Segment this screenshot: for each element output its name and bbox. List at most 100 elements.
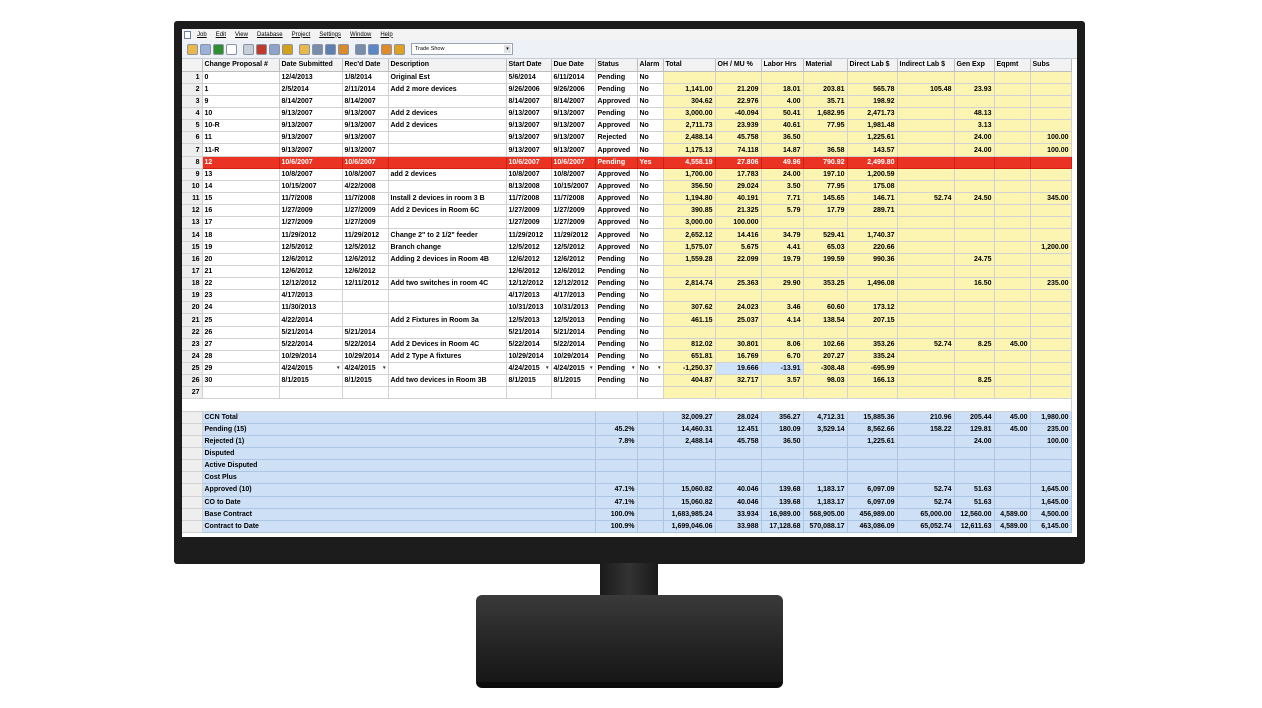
- grid-cell[interactable]: [954, 301, 995, 315]
- grid-cell[interactable]: No: [637, 338, 664, 351]
- grid-cell[interactable]: 9/13/2007: [342, 107, 389, 121]
- grid-cell[interactable]: [1030, 326, 1072, 339]
- grid-cell[interactable]: 8/14/2007: [342, 95, 389, 109]
- grid-cell[interactable]: 40.191: [715, 192, 762, 206]
- grid-cell[interactable]: Add 2 Fixtures in Room 3a: [388, 313, 507, 327]
- grid-cell[interactable]: 8/1/2015: [342, 374, 389, 388]
- grid-cell[interactable]: 12: [202, 156, 280, 169]
- money-icon[interactable]: [213, 43, 224, 55]
- grid-cell[interactable]: [994, 228, 1031, 242]
- table-row[interactable]: 18 22 12/12/2012 12/11/2012 Add two switches…: [182, 277, 1072, 291]
- card-icon[interactable]: [269, 43, 280, 55]
- grid-cell[interactable]: [897, 228, 955, 242]
- grid-cell[interactable]: 27.806: [715, 156, 762, 169]
- grid-cell[interactable]: Approved: [595, 241, 638, 254]
- grid-cell[interactable]: [388, 265, 507, 279]
- grid-cell[interactable]: [1030, 265, 1072, 279]
- grid-cell[interactable]: [994, 265, 1031, 279]
- grid-cell[interactable]: 12/6/2012: [279, 253, 343, 266]
- grid-cell[interactable]: 198.92: [847, 95, 898, 109]
- column-header[interactable]: Status: [595, 59, 638, 72]
- grid-cell[interactable]: No: [637, 180, 664, 194]
- grid-cell[interactable]: 5/22/2014: [279, 338, 343, 351]
- grid-cell[interactable]: [954, 71, 995, 84]
- grid-cell[interactable]: [897, 301, 955, 315]
- grid-cell[interactable]: [897, 386, 955, 400]
- grid-cell[interactable]: [954, 180, 995, 194]
- grid-cell[interactable]: 25.363: [715, 277, 762, 291]
- grid-cell[interactable]: 12/5/2012: [506, 241, 552, 254]
- grid-cell[interactable]: 10/6/2007: [506, 156, 552, 169]
- grid-cell[interactable]: [663, 71, 716, 84]
- grid-cell[interactable]: [954, 289, 995, 303]
- grid-cell[interactable]: [994, 216, 1031, 230]
- grid-cell[interactable]: [994, 313, 1031, 327]
- grid-cell[interactable]: 65.03: [803, 241, 848, 254]
- grid-cell[interactable]: 1,981.48: [847, 119, 898, 133]
- grid-cell[interactable]: 24.50: [954, 192, 995, 206]
- grid-cell[interactable]: [897, 156, 955, 169]
- grid-cell[interactable]: 30: [202, 374, 280, 388]
- grid-cell[interactable]: 356.50: [663, 180, 716, 194]
- grid-cell[interactable]: 12/6/2012: [551, 253, 596, 266]
- grid-cell[interactable]: Pending: [595, 83, 638, 96]
- open-icon[interactable]: [187, 43, 198, 55]
- grid-cell[interactable]: Pending: [595, 338, 638, 351]
- grid-cell[interactable]: Pending: [595, 265, 638, 279]
- grid-cell[interactable]: 12/5/2012: [342, 241, 389, 254]
- grid-cell[interactable]: -40.094: [715, 107, 762, 121]
- grid-cell[interactable]: 1/27/2009: [279, 216, 343, 230]
- dropdown-arrow-icon[interactable]: ▾: [546, 363, 549, 374]
- grid-cell[interactable]: [388, 156, 507, 169]
- grid-cell[interactable]: [994, 253, 1031, 266]
- grid-cell[interactable]: 12/5/2012: [279, 241, 343, 254]
- grid-cell[interactable]: 3.57: [761, 374, 804, 388]
- grid-cell[interactable]: No: [637, 83, 664, 96]
- grid-cell[interactable]: 23.939: [715, 119, 762, 133]
- grid-cell[interactable]: 12/12/2012: [279, 277, 343, 291]
- grid-cell[interactable]: 10/29/2014: [506, 350, 552, 364]
- grid-cell[interactable]: [897, 107, 955, 121]
- grid-cell[interactable]: [994, 350, 1031, 364]
- grid-cell[interactable]: 220.66: [847, 241, 898, 254]
- grid-cell[interactable]: 4/17/2013: [279, 289, 343, 303]
- grid-cell[interactable]: [388, 301, 507, 315]
- grid-cell[interactable]: 9/13/2007: [551, 107, 596, 121]
- grid-cell[interactable]: 11/29/2012: [551, 228, 596, 242]
- grid-cell[interactable]: 138.54: [803, 313, 848, 327]
- grid-cell[interactable]: [1030, 216, 1072, 230]
- grid-cell[interactable]: [279, 386, 343, 400]
- grid-cell[interactable]: 1,175.13: [663, 143, 716, 157]
- grid-cell[interactable]: [897, 362, 955, 376]
- grid-cell[interactable]: 12/12/2012: [551, 277, 596, 291]
- menu-project[interactable]: Project: [292, 32, 311, 38]
- grid-cell[interactable]: [803, 71, 848, 84]
- grid-cell[interactable]: 199.59: [803, 253, 848, 266]
- grid-cell[interactable]: 74.118: [715, 143, 762, 157]
- grid-cell[interactable]: 60.60: [803, 301, 848, 315]
- grid-cell[interactable]: 8/1/2015: [279, 374, 343, 388]
- grid-cell[interactable]: [897, 71, 955, 84]
- grid-cell[interactable]: [202, 386, 280, 400]
- column-header[interactable]: Alarm: [637, 59, 664, 72]
- grid-cell[interactable]: 8/1/2015: [551, 374, 596, 388]
- grid-cell[interactable]: [897, 350, 955, 364]
- grid-cell[interactable]: No ▾: [637, 362, 664, 376]
- grid-cell[interactable]: [994, 168, 1031, 181]
- grid-cell[interactable]: No: [637, 192, 664, 206]
- grid-cell[interactable]: [803, 289, 848, 303]
- grid-cell[interactable]: [954, 216, 995, 230]
- grid-cell[interactable]: 1,575.07: [663, 241, 716, 254]
- grid-cell[interactable]: [994, 83, 1031, 96]
- grid-cell[interactable]: Add 2 Devices in Room 4C: [388, 338, 507, 351]
- grid-cell[interactable]: [994, 131, 1031, 145]
- grid-cell[interactable]: [994, 119, 1031, 133]
- column-header[interactable]: Labor Hrs: [761, 59, 804, 72]
- grid-cell[interactable]: Pending: [595, 277, 638, 291]
- grid-cell[interactable]: [897, 216, 955, 230]
- grid-cell[interactable]: [994, 95, 1031, 109]
- grid-cell[interactable]: 105.48: [897, 83, 955, 96]
- grid-cell[interactable]: [994, 180, 1031, 194]
- grid-cell[interactable]: [1030, 83, 1072, 96]
- grid-cell[interactable]: 461.15: [663, 313, 716, 327]
